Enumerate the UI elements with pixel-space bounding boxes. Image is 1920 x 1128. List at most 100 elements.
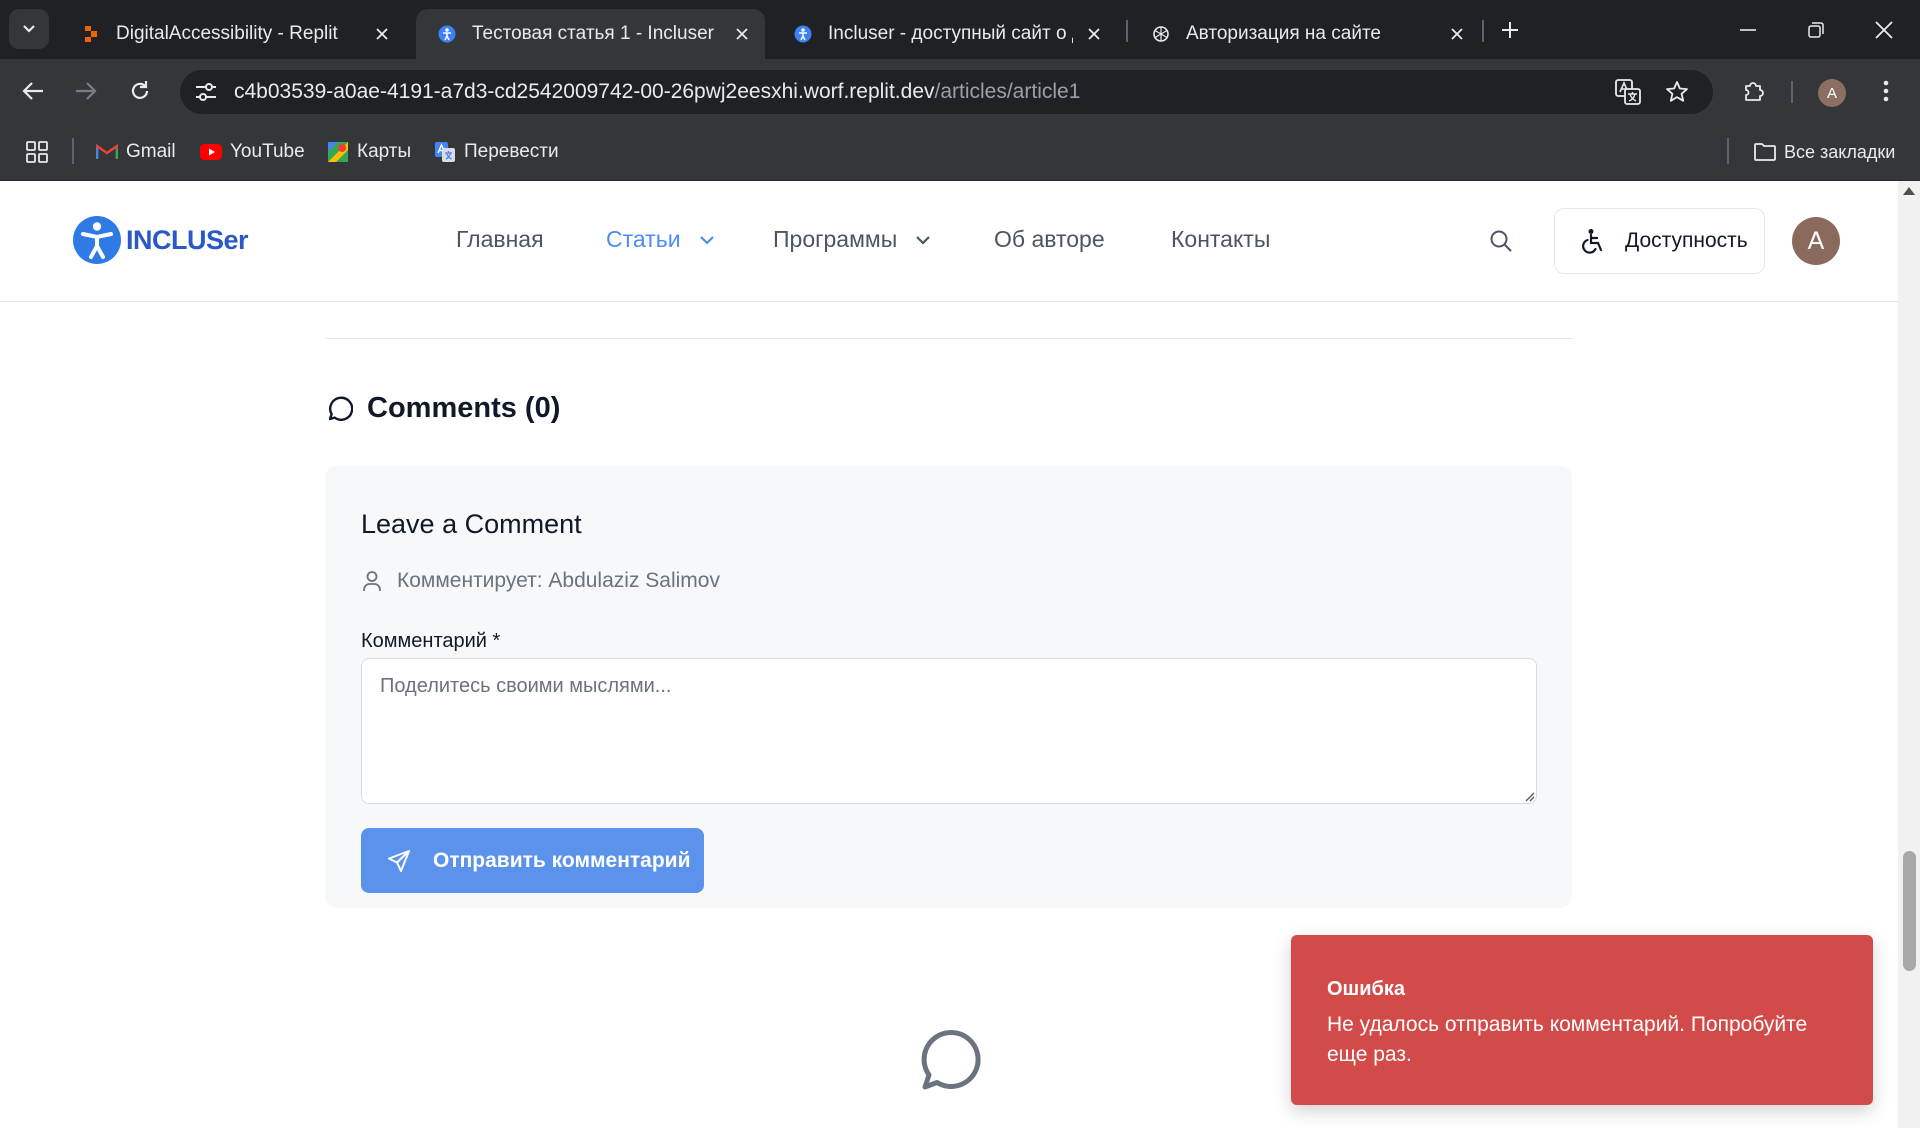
translate-page-button[interactable] <box>1612 76 1644 108</box>
bookmark-label: Gmail <box>126 141 176 162</box>
nav-about[interactable]: Об авторе <box>994 226 1105 253</box>
empty-comments-icon <box>921 1029 981 1090</box>
gmail-icon <box>96 141 118 163</box>
accessibility-logo-icon <box>73 216 121 264</box>
arrow-left-icon <box>22 82 43 100</box>
form-title: Leave a Comment <box>361 509 582 539</box>
url-text: c4b03539-a0ae-4191-a7d3-cd2542009742-00-… <box>234 80 1080 104</box>
site-logo[interactable]: INCLUSer <box>72 215 249 265</box>
logo-text: INCLUSer <box>126 224 249 255</box>
nav-programs[interactable]: Программы <box>773 226 931 253</box>
comment-icon <box>328 396 353 421</box>
page-scrollbar[interactable] <box>1898 181 1920 1128</box>
new-tab-button[interactable] <box>1494 14 1526 46</box>
reload-icon <box>131 81 149 99</box>
scroll-up-arrow-icon[interactable] <box>1903 187 1915 195</box>
star-icon <box>1666 81 1688 102</box>
scrollbar-thumb[interactable] <box>1903 851 1916 971</box>
tab-auth[interactable]: Авторизация на сайте <box>1130 9 1480 59</box>
profile-avatar[interactable]: A <box>1818 79 1846 107</box>
folder-icon <box>1754 141 1776 163</box>
close-tab-icon[interactable] <box>369 21 395 47</box>
search-icon <box>1490 230 1512 252</box>
close-tab-icon[interactable] <box>1444 21 1470 47</box>
error-toast[interactable]: Ошибка Не удалось отправить комментарий.… <box>1291 935 1873 1105</box>
extensions-button[interactable] <box>1734 71 1774 111</box>
toolbar-separator <box>1791 81 1793 103</box>
openai-icon <box>1153 26 1169 42</box>
bookmark-star-button[interactable] <box>1661 76 1693 108</box>
accessibility-button[interactable]: Доступность <box>1554 208 1765 274</box>
reload-button[interactable] <box>120 71 160 111</box>
bookmark-translate[interactable]: Перевести <box>434 137 559 167</box>
tab-search-button[interactable] <box>9 9 49 49</box>
chevron-down-icon <box>916 235 931 245</box>
bookmark-youtube[interactable]: YouTube <box>200 137 305 167</box>
section-divider <box>325 338 1572 339</box>
apps-button[interactable] <box>26 137 48 167</box>
chevron-down-icon <box>23 25 35 33</box>
submit-comment-button[interactable]: Отправить комментарий <box>361 828 704 893</box>
incluser-favicon-icon <box>794 25 812 43</box>
close-tab-icon[interactable] <box>729 21 755 47</box>
resize-handle-icon[interactable] <box>1523 790 1535 802</box>
nav-label: Об авторе <box>994 226 1105 252</box>
bookmark-label: Карты <box>357 141 412 162</box>
replit-icon <box>85 26 97 42</box>
puzzle-icon <box>1745 82 1764 101</box>
nav-label: Главная <box>456 226 544 252</box>
maps-icon <box>327 141 349 163</box>
chevron-down-icon <box>699 235 714 245</box>
browser-toolbar: c4b03539-a0ae-4191-a7d3-cd2542009742-00-… <box>0 59 1920 123</box>
minimize-icon <box>1740 29 1756 31</box>
comments-heading: Comments (0) <box>325 392 560 425</box>
close-window-button[interactable] <box>1856 8 1912 52</box>
tab-separator <box>1126 20 1128 42</box>
comment-form-card: Leave a Comment Комментирует: Abdulaziz … <box>325 466 1572 908</box>
commenter-name: Комментирует: Abdulaziz Salimov <box>397 569 720 592</box>
wheelchair-icon <box>1582 229 1603 254</box>
bookmark-label: Перевести <box>464 141 559 162</box>
tab-replit[interactable]: DigitalAccessibility - Replit <box>60 9 405 59</box>
address-bar[interactable]: c4b03539-a0ae-4191-a7d3-cd2542009742-00-… <box>180 70 1713 114</box>
comment-textarea[interactable] <box>361 658 1537 804</box>
tab-title: Авторизация на сайте <box>1186 23 1382 44</box>
tab-incluser-home[interactable]: Incluser - доступный сайт о до <box>772 9 1117 59</box>
nav-articles[interactable]: Статьи <box>606 226 715 253</box>
restore-button[interactable] <box>1788 8 1844 52</box>
arrow-right-icon <box>76 82 97 100</box>
tab-title: Incluser - доступный сайт о до <box>828 23 1073 44</box>
search-button[interactable] <box>1486 226 1516 256</box>
forward-button[interactable] <box>66 71 106 111</box>
close-icon <box>1875 21 1893 39</box>
close-tab-icon[interactable] <box>1081 21 1107 47</box>
tune-icon <box>196 83 216 101</box>
bookmark-maps[interactable]: Карты <box>327 137 411 167</box>
back-button[interactable] <box>13 71 53 111</box>
comment-field-label: Комментарий * <box>361 630 501 652</box>
submit-label: Отправить комментарий <box>433 848 691 872</box>
nav-label: Программы <box>773 226 898 252</box>
send-icon <box>388 849 410 872</box>
toast-title: Ошибка <box>1327 978 1406 1000</box>
plus-icon <box>1502 22 1518 38</box>
accessibility-label: Доступность <box>1625 229 1748 252</box>
user-avatar[interactable]: A <box>1792 217 1840 265</box>
url-host: c4b03539-a0ae-4191-a7d3-cd2542009742-00-… <box>234 80 935 103</box>
nav-home[interactable]: Главная <box>456 226 544 253</box>
bookmark-gmail[interactable]: Gmail <box>96 137 176 167</box>
youtube-icon <box>200 141 222 163</box>
minimize-button[interactable] <box>1720 8 1776 52</box>
all-bookmarks-button[interactable]: Все закладки <box>1754 137 1895 167</box>
comments-title: Comments (0) <box>367 392 561 424</box>
browser-menu-button[interactable] <box>1866 71 1906 111</box>
site-info-button[interactable] <box>190 76 222 108</box>
tab-title: DigitalAccessibility - Replit <box>116 23 338 44</box>
bookmarks-bar: Gmail YouTube Карты Перевести Все заклад… <box>0 123 1920 181</box>
nav-contacts[interactable]: Контакты <box>1171 226 1270 253</box>
tab-article[interactable]: Тестовая статья 1 - Incluser <box>416 9 765 59</box>
user-icon <box>363 571 381 591</box>
site-header: INCLUSer Главная Статьи Программы Об авт… <box>0 181 1898 302</box>
restore-icon <box>1808 22 1824 38</box>
bookmark-separator <box>72 138 74 164</box>
